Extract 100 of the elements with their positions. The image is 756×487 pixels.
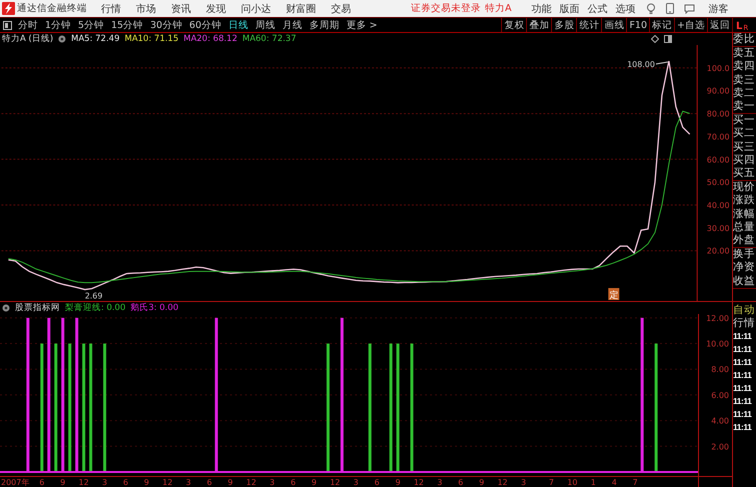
date-label: 9 <box>228 478 233 487</box>
toolbar-button[interactable]: 统计 <box>576 18 602 32</box>
axis-label: 10.00 <box>706 340 729 349</box>
ma-legend: MA20: 68.12 <box>184 34 238 44</box>
trade-time: 11:11 <box>733 369 753 382</box>
date-label: 3 <box>270 478 275 487</box>
period-tab[interactable]: 60分钟 <box>189 18 222 32</box>
axis-label: 4.00 <box>711 416 729 426</box>
menu-item[interactable]: 财富圈 <box>286 2 316 16</box>
menu-item[interactable]: 公式 <box>588 2 608 16</box>
high-price-label: 108.00 <box>627 60 655 69</box>
menu-item[interactable]: 选项 <box>616 2 636 16</box>
quote-label: 换手 <box>733 248 756 262</box>
status-label[interactable]: 行情 <box>733 317 756 330</box>
axis-label: 6.00 <box>711 390 729 400</box>
period-tab[interactable]: 5分钟 <box>78 18 104 32</box>
axis-label: 20.00 <box>706 246 730 256</box>
period-tab[interactable]: 月线 <box>282 18 302 32</box>
chart-title: 特力A (日线) <box>2 33 54 45</box>
axis-label: 100.0 <box>706 64 730 73</box>
window-icon[interactable] <box>664 35 672 43</box>
status-label[interactable]: 自动 <box>733 304 756 317</box>
quote-label: 卖一 <box>733 100 756 114</box>
leader-line <box>655 62 668 64</box>
quote-label: 买二 <box>733 127 756 141</box>
toolbar-button[interactable]: 复权 <box>501 18 526 32</box>
quote-label: 买五 <box>733 167 756 180</box>
trade-time: 11:11 <box>733 421 753 434</box>
date-label: 3 <box>437 478 442 487</box>
login-notice[interactable]: 证券交易未登录 <box>411 2 481 15</box>
date-label: 12 <box>414 478 424 487</box>
date-label: 6 <box>39 478 44 487</box>
trade-time: 11:11 <box>733 382 753 395</box>
date-label: 2007年 <box>1 478 30 487</box>
ma-legend: MA10: 71.15 <box>124 34 178 44</box>
menu-item[interactable]: 资讯 <box>171 2 191 16</box>
date-label: 12 <box>246 478 256 487</box>
quote-label: 收益 <box>733 274 756 288</box>
date-label: 7 <box>632 478 638 487</box>
date-label: 12 <box>162 478 173 487</box>
period-tab[interactable]: 日线 <box>228 18 248 32</box>
settings-icon[interactable] <box>2 304 10 312</box>
trade-time: 11:11 <box>733 395 753 408</box>
user-name[interactable]: 游客 <box>708 2 728 16</box>
settings-icon[interactable] <box>58 35 66 43</box>
trade-time: 11:11 <box>733 330 753 343</box>
quote-label: 卖二 <box>733 86 756 100</box>
period-tab[interactable]: 更多 > <box>346 18 378 32</box>
period-tab[interactable]: 周线 <box>255 18 276 32</box>
axis-label: 70.00 <box>706 132 730 142</box>
toolbar-button[interactable]: 多股 <box>551 18 576 32</box>
ma-legend: MA5: 72.49 <box>71 34 120 44</box>
quote-label: 买四 <box>733 154 756 168</box>
toolbar-button[interactable]: 画线 <box>601 18 626 32</box>
quote-label: 卖五 <box>733 47 756 60</box>
toolbar-button[interactable]: 标记 <box>649 18 674 32</box>
quote-label: 卖三 <box>733 74 756 87</box>
trade-time: 11:11 <box>733 356 753 369</box>
menu-item[interactable]: 版面 <box>560 2 580 16</box>
period-tab[interactable]: 多周期 <box>309 18 340 32</box>
date-label: 6 <box>123 478 128 487</box>
date-label: 1 <box>590 478 596 487</box>
quote-label: 现价 <box>733 181 756 194</box>
chat-icon[interactable] <box>684 4 694 14</box>
date-label: 3 <box>186 478 191 487</box>
date-label: 9 <box>60 478 66 487</box>
date-label: 3 <box>520 478 526 487</box>
menu-item[interactable]: 交易 <box>331 2 351 16</box>
date-label: 12 <box>497 478 508 487</box>
menu-item[interactable]: 市场 <box>136 2 156 16</box>
menu-item[interactable]: 问小达 <box>241 2 271 16</box>
diamond-icon[interactable] <box>651 35 659 43</box>
axis-label: 80.00 <box>706 110 730 119</box>
date-label: 12 <box>78 478 89 487</box>
menu-item[interactable]: 行情 <box>101 2 121 16</box>
stock-name: 特力A <box>485 2 512 15</box>
app-name: 通达信金融终端 <box>17 2 87 15</box>
period-tab[interactable]: 15分钟 <box>111 18 144 32</box>
menu-item[interactable]: 发现 <box>206 2 226 16</box>
axis-label: 90.00 <box>706 86 730 96</box>
phone-icon[interactable] <box>666 3 674 14</box>
quote-label: 涨幅 <box>733 208 756 221</box>
period-tab[interactable]: 分时 <box>18 18 38 32</box>
quote-label: 买三 <box>733 140 756 154</box>
quote-label: 净资 <box>733 261 756 275</box>
menu-item[interactable]: 功能 <box>532 2 552 16</box>
period-tab[interactable]: 1分钟 <box>45 18 72 32</box>
bulb-icon[interactable] <box>646 3 656 14</box>
toolbar-button[interactable]: +自选 <box>674 18 707 32</box>
date-label: 9 <box>312 478 317 487</box>
event-badge[interactable]: 定 <box>608 288 620 301</box>
toolbar-button[interactable]: F10 <box>626 18 650 32</box>
date-label: 6 <box>374 478 380 487</box>
date-label: 9 <box>479 478 484 487</box>
quote-label: 买一 <box>733 114 756 128</box>
period-tab[interactable]: 30分钟 <box>150 18 182 32</box>
date-label: 12 <box>330 478 340 487</box>
low-price-label: 2.69 <box>84 292 103 301</box>
panel-toggle-icon[interactable] <box>3 20 12 30</box>
quote-label: 委比 <box>733 33 756 46</box>
